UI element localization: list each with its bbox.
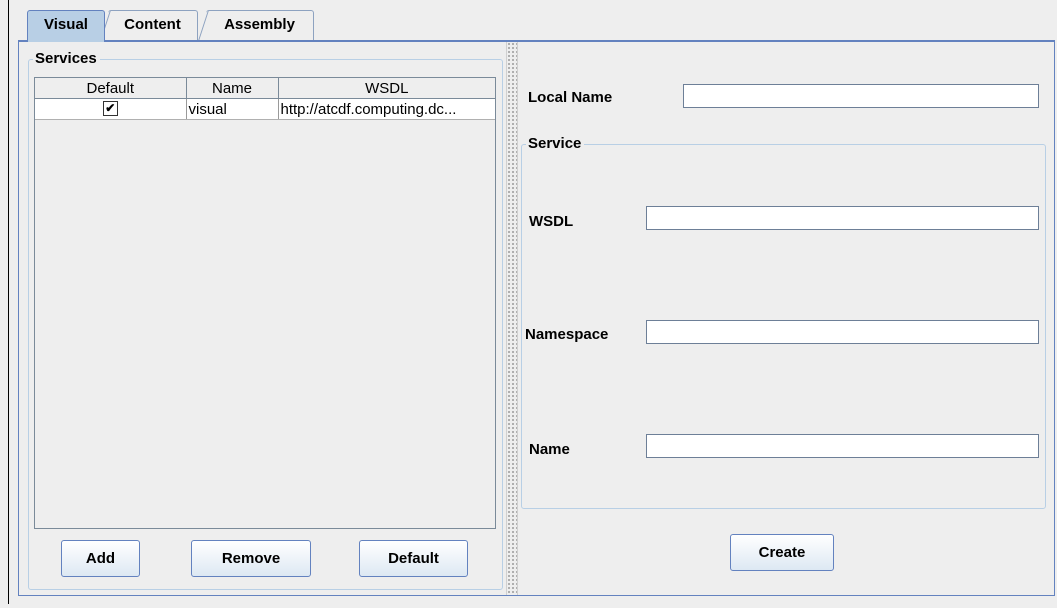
column-header-default[interactable]: Default <box>35 78 187 99</box>
split-pane-divider[interactable] <box>506 42 518 595</box>
tab-content[interactable]: Content <box>108 10 198 41</box>
services-table: Default Name WSDL ✔ visual http://atcdf.… <box>34 77 496 529</box>
default-checkbox[interactable]: ✔ <box>102 101 118 117</box>
services-group-title: Services <box>33 50 100 68</box>
column-header-wsdl[interactable]: WSDL <box>278 78 495 99</box>
default-button[interactable]: Default <box>359 540 468 577</box>
add-button[interactable]: Add <box>61 540 140 577</box>
service-group-title: Service <box>526 135 585 153</box>
wsdl-input[interactable] <box>646 206 1039 230</box>
tab-visual[interactable]: Visual <box>27 10 105 42</box>
namespace-label: Namespace <box>525 326 609 343</box>
table-header-row: Default Name WSDL <box>35 78 495 99</box>
local-name-input[interactable] <box>683 84 1039 108</box>
create-button[interactable]: Create <box>730 534 834 571</box>
tab-assembly[interactable]: Assembly <box>206 10 314 41</box>
wsdl-cell[interactable]: http://atcdf.computing.dc... <box>278 98 495 120</box>
column-header-name[interactable]: Name <box>186 78 279 99</box>
name-cell[interactable]: visual <box>186 98 279 120</box>
wsdl-label: WSDL <box>529 213 574 230</box>
namespace-input[interactable] <box>646 320 1039 344</box>
default-cell[interactable]: ✔ <box>35 98 187 120</box>
remove-button[interactable]: Remove <box>191 540 311 577</box>
name-input[interactable] <box>646 434 1039 458</box>
name-label: Name <box>529 441 570 458</box>
table-row[interactable]: ✔ visual http://atcdf.computing.dc... <box>35 98 495 120</box>
window-edge <box>8 0 9 604</box>
local-name-label: Local Name <box>528 89 613 106</box>
